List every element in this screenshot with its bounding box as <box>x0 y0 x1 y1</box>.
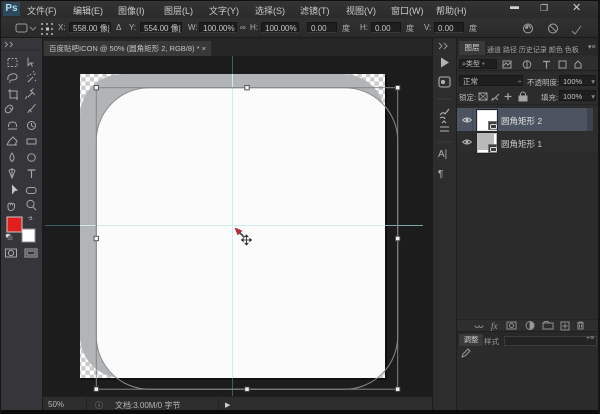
svg-text:fx: fx <box>491 321 498 331</box>
svg-text:¶: ¶ <box>438 169 443 180</box>
svg-text:A|: A| <box>438 149 447 160</box>
